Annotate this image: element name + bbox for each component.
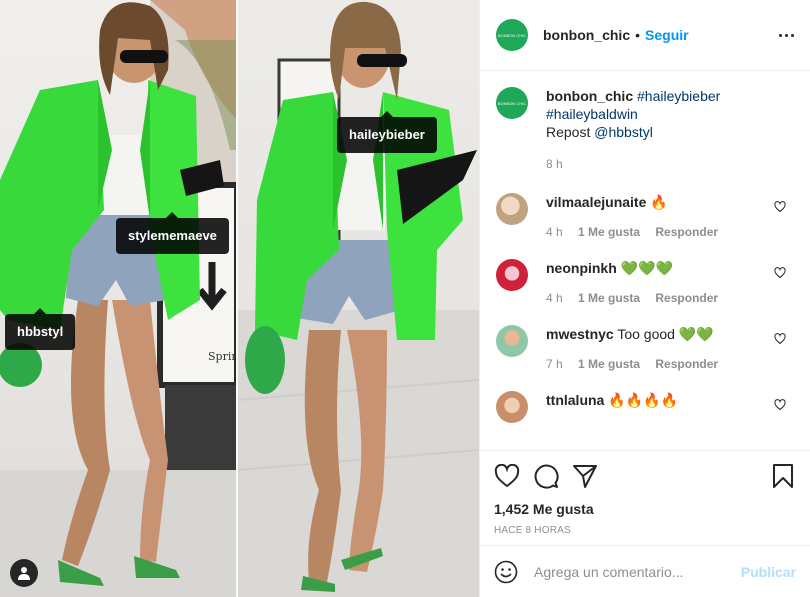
- comment-likes[interactable]: 1 Me gusta: [578, 291, 640, 305]
- comment-item: vilmaalejunaite 🔥 4 h 1 Me gusta Respond…: [496, 193, 794, 239]
- mention-link[interactable]: @hbbstyl: [594, 124, 653, 140]
- follow-button[interactable]: Seguir: [645, 27, 689, 43]
- photo-tag-label: hbbstyl: [17, 324, 64, 339]
- caption: BONBON CHIC bonbon_chic #haileybieber #h…: [496, 87, 794, 173]
- caption-body: bonbon_chic #haileybieber #haileybaldwin…: [546, 87, 720, 173]
- like-comment-heart-icon[interactable]: [774, 399, 786, 411]
- like-comment-heart-icon[interactable]: [774, 267, 786, 279]
- tagged-users-button[interactable]: [10, 559, 38, 587]
- commenter-avatar[interactable]: [496, 193, 528, 225]
- comment-time[interactable]: 7 h: [546, 357, 563, 371]
- comments-list[interactable]: BONBON CHIC bonbon_chic #haileybieber #h…: [480, 71, 810, 450]
- photo-left-half: Sprin stylememaeve hbbstyl: [0, 0, 237, 597]
- post-actions: 1,452 Me gusta HACE 8 HORAS: [480, 450, 810, 536]
- more-options-icon[interactable]: [779, 33, 794, 37]
- photo-right-half: haileybieber: [237, 0, 479, 597]
- post-header: BONBON CHIC bonbon_chic • Seguir: [480, 0, 810, 71]
- add-comment-bar: Agrega un comentario... Publicar: [480, 545, 810, 597]
- caption-avatar[interactable]: BONBON CHIC: [496, 87, 528, 119]
- comment-body: ttnlaluna 🔥🔥🔥🔥: [546, 391, 678, 423]
- comment-text: 🔥: [650, 194, 668, 210]
- post-photo[interactable]: Sprin stylememaeve hbbstyl haileybieber: [0, 0, 479, 597]
- avatar-text: BONBON CHIC: [497, 100, 527, 106]
- commenter-username[interactable]: mwestnyc: [546, 326, 614, 342]
- person-icon: [18, 567, 30, 580]
- caption-username[interactable]: bonbon_chic: [546, 88, 633, 104]
- comment-input[interactable]: Agrega un comentario...: [534, 564, 683, 580]
- photo-tag-stylememaeve[interactable]: stylememaeve: [116, 212, 229, 254]
- reply-button[interactable]: Responder: [655, 357, 718, 371]
- comment-likes[interactable]: 1 Me gusta: [578, 357, 640, 371]
- like-comment-heart-icon[interactable]: [774, 333, 786, 345]
- separator-dot: •: [635, 27, 641, 43]
- hashtag-link[interactable]: #haileybaldwin: [546, 106, 638, 122]
- commenter-username[interactable]: ttnlaluna: [546, 392, 604, 408]
- photo-left-illustration: Sprin: [0, 0, 237, 597]
- save-bookmark-icon[interactable]: [772, 463, 794, 489]
- comment-bubble-icon[interactable]: [533, 463, 559, 489]
- author-username[interactable]: bonbon_chic: [543, 27, 630, 43]
- likes-count[interactable]: 1,452 Me gusta: [494, 501, 794, 517]
- photo-tag-label: haileybieber: [349, 127, 425, 142]
- commenter-username[interactable]: vilmaalejunaite: [546, 194, 646, 210]
- caption-time[interactable]: 8 h: [546, 157, 563, 171]
- photo-tag-haileybieber[interactable]: haileybieber: [337, 111, 437, 153]
- avatar-text: BONBON CHIC: [497, 32, 527, 38]
- instagram-post: Sprin stylememaeve hbbstyl haileybieber …: [0, 0, 810, 597]
- comment-body: vilmaalejunaite 🔥 4 h 1 Me gusta Respond…: [546, 193, 730, 239]
- photo-divider: [236, 0, 238, 597]
- comment-text: 🔥🔥🔥🔥: [608, 392, 678, 408]
- comment-time[interactable]: 4 h: [546, 225, 563, 239]
- photo-tag-label: stylememaeve: [128, 228, 217, 243]
- svg-text:Sprin: Sprin: [208, 350, 237, 363]
- comment-item: mwestnyc Too good 💚💚 7 h 1 Me gusta Resp…: [496, 325, 794, 371]
- post-timestamp[interactable]: HACE 8 HORAS: [494, 525, 794, 536]
- comment-body: mwestnyc Too good 💚💚 7 h 1 Me gusta Resp…: [546, 325, 730, 371]
- reply-button[interactable]: Responder: [655, 291, 718, 305]
- comment-body: neonpinkh 💚💚💚 4 h 1 Me gusta Responder: [546, 259, 730, 305]
- photo-tag-hbbstyl[interactable]: hbbstyl: [5, 308, 76, 350]
- reply-button[interactable]: Responder: [655, 225, 718, 239]
- comment-time[interactable]: 4 h: [546, 291, 563, 305]
- post-sidebar: BONBON CHIC bonbon_chic • Seguir BONBON …: [479, 0, 810, 597]
- comment-likes[interactable]: 1 Me gusta: [578, 225, 640, 239]
- comment-item: neonpinkh 💚💚💚 4 h 1 Me gusta Responder: [496, 259, 794, 305]
- like-comment-heart-icon[interactable]: [774, 201, 786, 213]
- action-icons: [494, 461, 794, 491]
- commenter-username[interactable]: neonpinkh: [546, 260, 617, 276]
- comment-text: Too good 💚💚: [617, 326, 714, 342]
- share-paper-plane-icon[interactable]: [572, 463, 598, 489]
- commenter-avatar[interactable]: [496, 325, 528, 357]
- caption-text: Repost: [546, 124, 595, 140]
- publish-button[interactable]: Publicar: [741, 564, 796, 580]
- emoji-smiley-icon[interactable]: [494, 560, 518, 584]
- author-avatar[interactable]: BONBON CHIC: [496, 19, 528, 51]
- hashtag-link[interactable]: #haileybieber: [637, 88, 720, 104]
- photo-right-illustration: [237, 1, 479, 597]
- comment-text: 💚💚💚: [620, 260, 673, 276]
- commenter-avatar[interactable]: [496, 259, 528, 291]
- like-heart-icon[interactable]: [494, 464, 520, 488]
- comment-item: ttnlaluna 🔥🔥🔥🔥: [496, 391, 794, 423]
- commenter-avatar[interactable]: [496, 391, 528, 423]
